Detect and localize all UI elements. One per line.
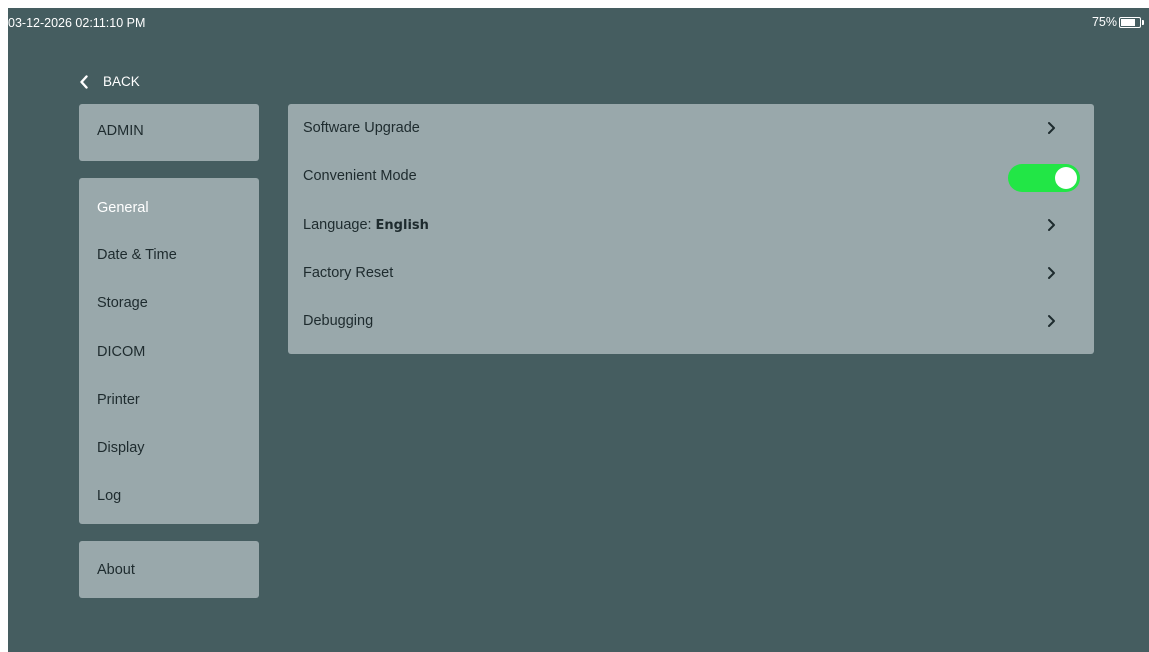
language-label: Language: English bbox=[303, 217, 429, 233]
software-upgrade-row[interactable]: Software Upgrade bbox=[288, 104, 1094, 152]
settings-screen: 03-12-2026 02:11:10 PM 75% BACK ADMIN Ge… bbox=[8, 8, 1149, 652]
sidebar-item-display[interactable]: Display bbox=[97, 440, 145, 456]
battery-icon bbox=[1119, 16, 1144, 28]
software-upgrade-label: Software Upgrade bbox=[303, 120, 420, 136]
factory-reset-label: Factory Reset bbox=[303, 265, 394, 281]
settings-menu: General Date & Time Storage DICOM Printe… bbox=[79, 178, 259, 524]
chevron-right-icon bbox=[1048, 219, 1055, 231]
battery-percent: 75% bbox=[1091, 15, 1117, 29]
sidebar-item-storage[interactable]: Storage bbox=[97, 295, 148, 311]
toggle-knob bbox=[1055, 167, 1077, 189]
factory-reset-row[interactable]: Factory Reset bbox=[288, 249, 1094, 297]
convenient-mode-row: Convenient Mode bbox=[288, 152, 1094, 200]
admin-label: ADMIN bbox=[97, 123, 144, 139]
back-button[interactable]: BACK bbox=[79, 74, 140, 89]
debugging-row[interactable]: Debugging bbox=[288, 297, 1094, 345]
back-label: BACK bbox=[103, 74, 140, 89]
language-row[interactable]: Language: English bbox=[288, 201, 1094, 249]
chevron-left-icon bbox=[80, 74, 88, 89]
convenient-mode-toggle[interactable] bbox=[1008, 164, 1080, 192]
general-settings-panel: Software Upgrade Convenient Mode Languag… bbox=[288, 104, 1094, 354]
language-label-text: Language: bbox=[303, 217, 372, 233]
chevron-right-icon bbox=[1048, 122, 1055, 134]
convenient-mode-label: Convenient Mode bbox=[303, 168, 417, 184]
admin-panel[interactable]: ADMIN bbox=[79, 104, 259, 161]
about-panel[interactable]: About bbox=[79, 541, 259, 598]
sidebar-item-printer[interactable]: Printer bbox=[97, 392, 140, 408]
chevron-right-icon bbox=[1048, 267, 1055, 279]
language-value: English bbox=[375, 218, 429, 233]
sidebar-item-general[interactable]: General bbox=[97, 200, 149, 216]
sidebar-item-log[interactable]: Log bbox=[97, 488, 121, 504]
status-datetime: 03-12-2026 02:11:10 PM bbox=[8, 16, 146, 30]
chevron-right-icon bbox=[1048, 315, 1055, 327]
sidebar-item-dicom[interactable]: DICOM bbox=[97, 344, 145, 360]
battery-indicator: 75% bbox=[1091, 15, 1144, 29]
debugging-label: Debugging bbox=[303, 313, 374, 329]
about-label: About bbox=[97, 562, 135, 578]
sidebar-item-date-time[interactable]: Date & Time bbox=[97, 247, 177, 263]
